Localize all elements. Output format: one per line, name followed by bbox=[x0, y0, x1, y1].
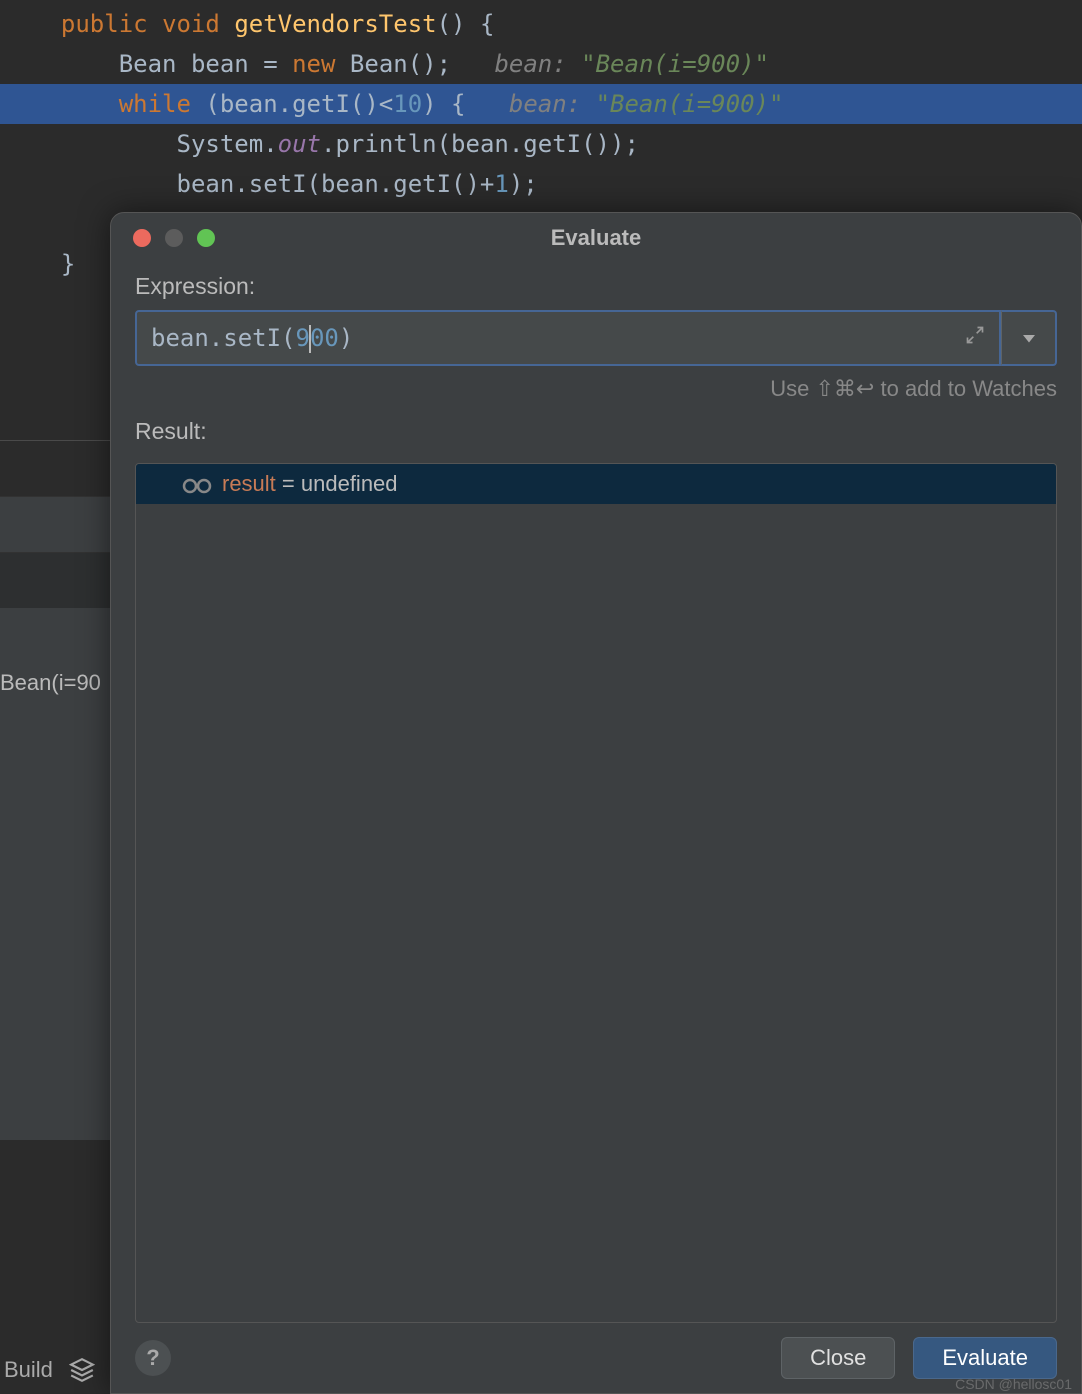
close-button[interactable]: Close bbox=[781, 1337, 895, 1379]
expression-input[interactable]: bean.setI(900) bbox=[135, 310, 1001, 366]
code-line-current: while (bean.getI()<10) { bean: "Bean(i=9… bbox=[0, 84, 1082, 124]
zoom-window-icon[interactable] bbox=[197, 229, 215, 247]
status-bar: Build bbox=[0, 1346, 110, 1394]
watch-icon bbox=[182, 474, 212, 494]
expand-icon[interactable] bbox=[965, 325, 985, 351]
watermark: CSDN @hellosc01 bbox=[955, 1376, 1072, 1392]
code-line: public void getVendorsTest() { bbox=[0, 4, 1082, 44]
minimize-window-icon[interactable] bbox=[165, 229, 183, 247]
code-line: System.out.println(bean.getI()); bbox=[0, 124, 1082, 164]
evaluate-button[interactable]: Evaluate bbox=[913, 1337, 1057, 1379]
close-window-icon[interactable] bbox=[133, 229, 151, 247]
help-button[interactable]: ? bbox=[135, 1340, 171, 1376]
expression-label: Expression: bbox=[135, 273, 1057, 300]
debug-variables-panel[interactable] bbox=[0, 440, 110, 1140]
code-line: Bean bean = new Bean(); bean: "Bean(i=90… bbox=[0, 44, 1082, 84]
build-label[interactable]: Build bbox=[4, 1357, 53, 1383]
dialog-title: Evaluate bbox=[111, 225, 1081, 251]
shortcut-hint: Use ⇧⌘↩ to add to Watches bbox=[135, 376, 1057, 402]
result-row[interactable]: result = undefined bbox=[136, 464, 1056, 504]
dialog-titlebar[interactable]: Evaluate bbox=[111, 213, 1081, 263]
evaluate-dialog: Evaluate Expression: bean.setI(900) Use … bbox=[110, 212, 1082, 1394]
code-line: bean.setI(bean.getI()+1); bbox=[0, 164, 1082, 204]
variable-value[interactable]: Bean(i=90 bbox=[0, 670, 101, 696]
result-panel[interactable]: result = undefined bbox=[135, 463, 1057, 1323]
layers-icon[interactable] bbox=[69, 1357, 95, 1383]
result-label: Result: bbox=[135, 418, 1057, 445]
history-dropdown-button[interactable] bbox=[1001, 310, 1057, 366]
